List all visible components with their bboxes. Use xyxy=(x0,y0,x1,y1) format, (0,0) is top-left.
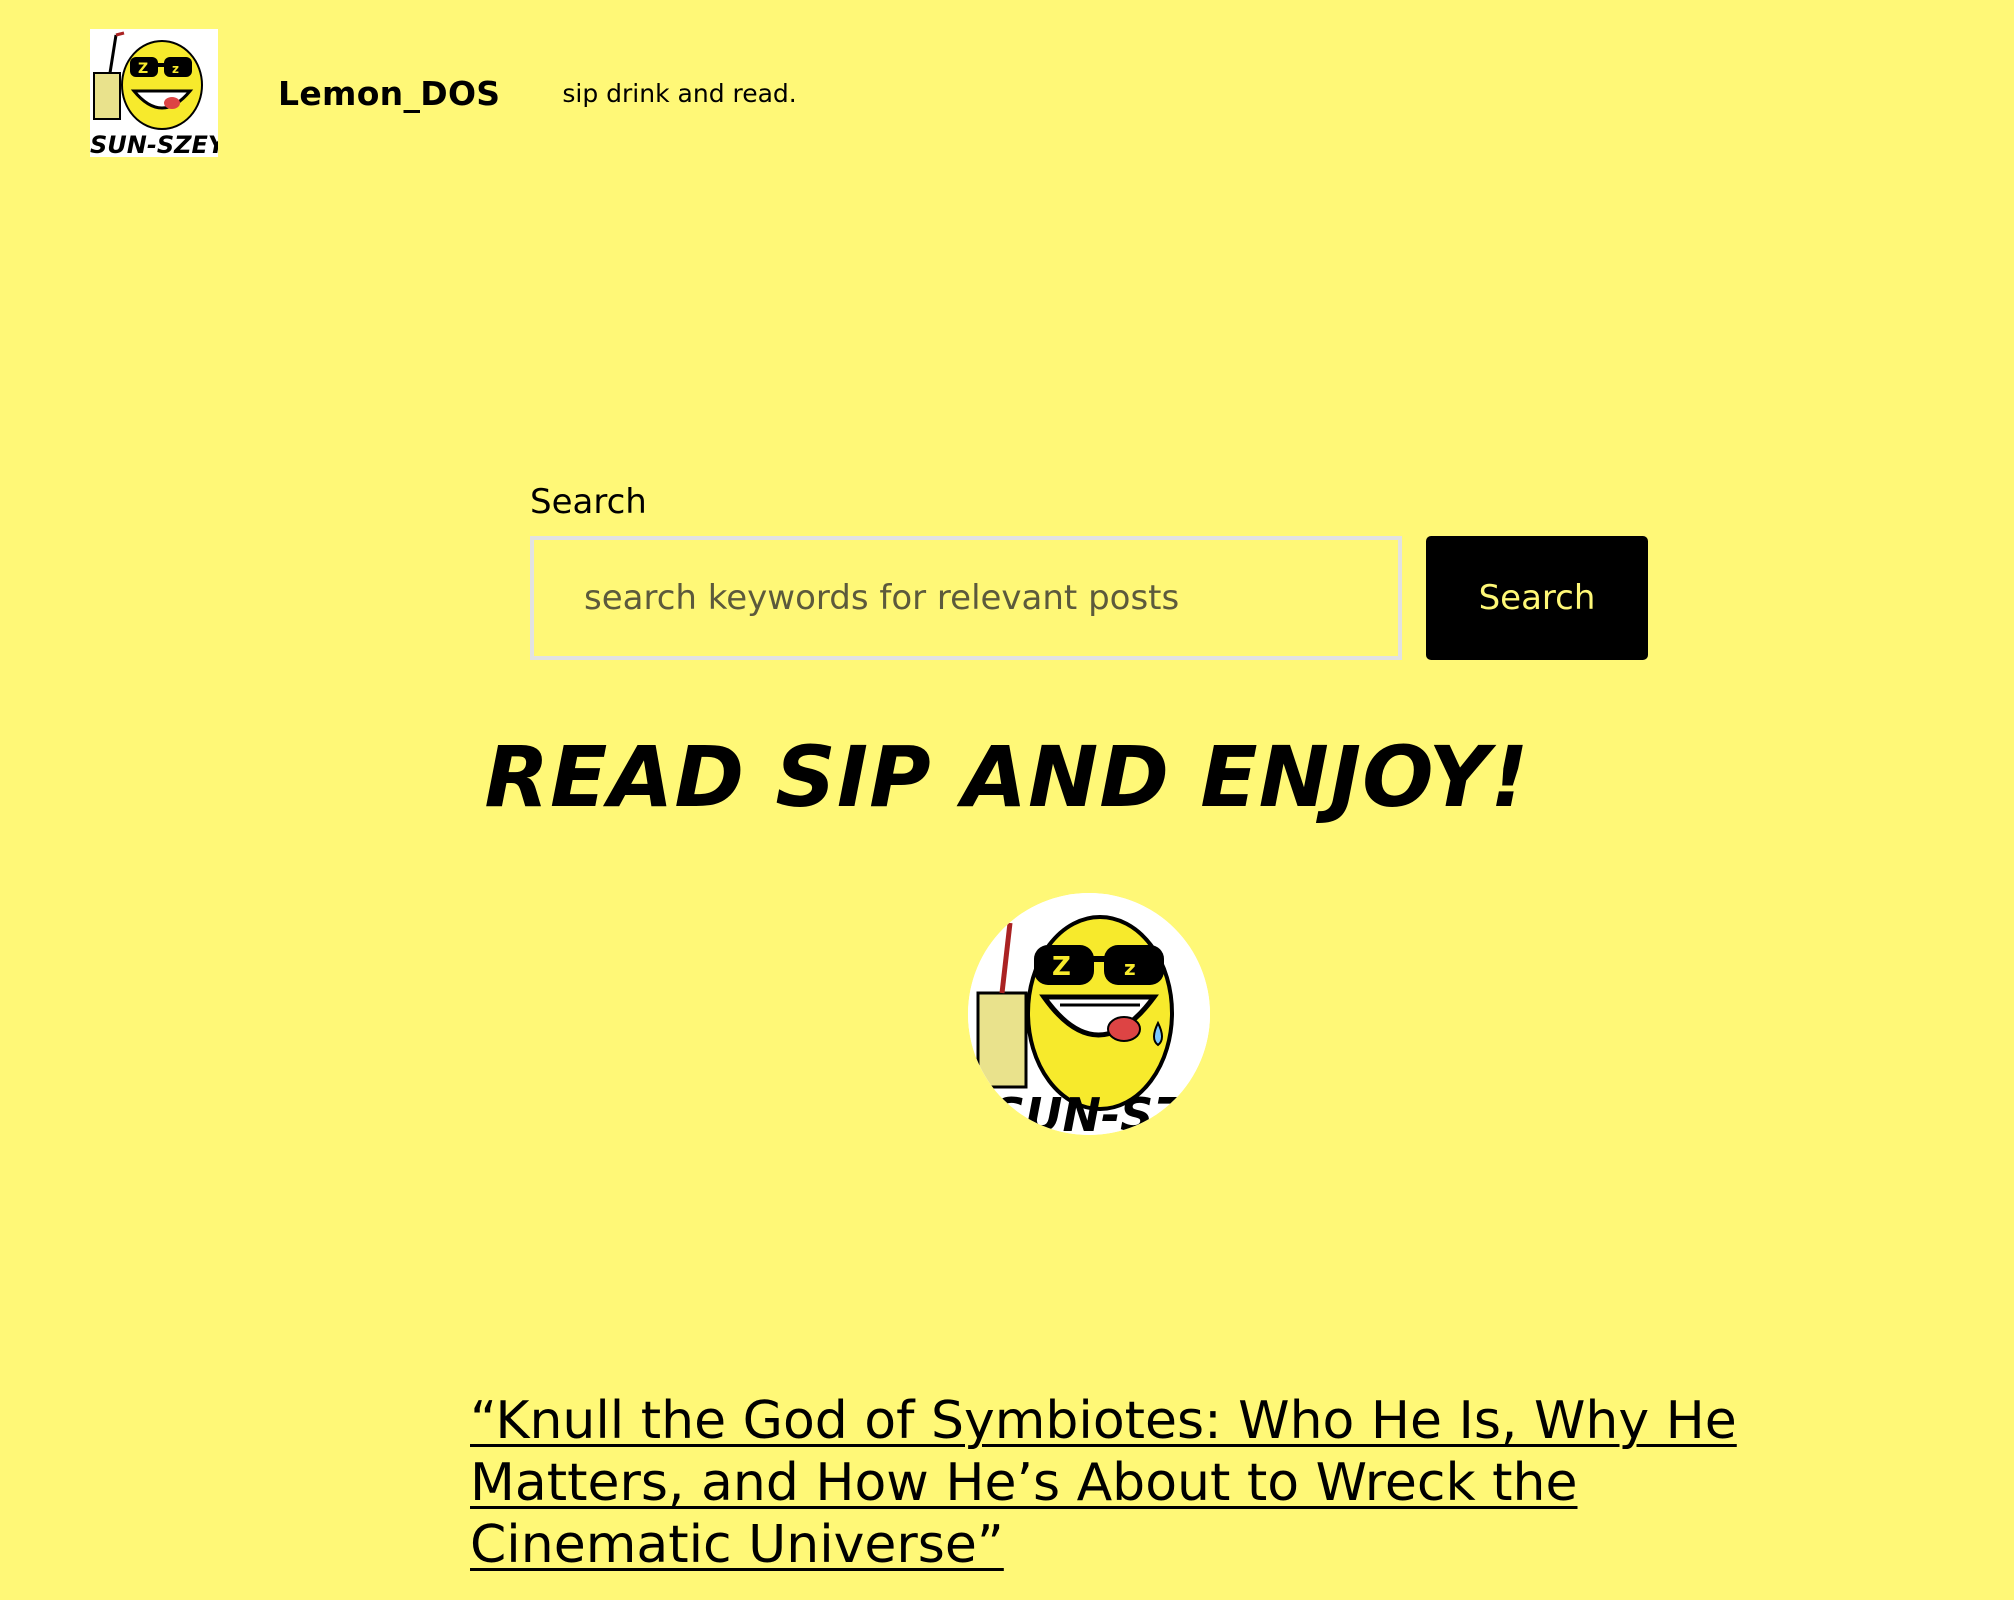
site-logo[interactable]: Z z SUN-SZEY xyxy=(90,29,218,157)
logo-text: SUN-SZEY xyxy=(90,131,218,157)
avatar: Z z SUN-SZEY xyxy=(968,893,1210,1135)
search-label: Search xyxy=(530,482,647,522)
svg-text:Z: Z xyxy=(138,61,148,77)
site-header: Z z SUN-SZEY Lemon_DOS sip drink and rea… xyxy=(90,28,797,158)
search-button[interactable]: Search xyxy=(1426,536,1648,660)
site-tagline: sip drink and read. xyxy=(562,78,797,108)
svg-text:Z: Z xyxy=(1052,952,1071,982)
svg-text:z: z xyxy=(172,62,179,76)
post-title-link[interactable]: “Knull the God of Symbiotes: Who He Is, … xyxy=(470,1391,1737,1575)
hero-headline: READ SIP AND ENJOY! xyxy=(484,728,1530,826)
avatar-text: SUN-SZEY xyxy=(992,1088,1210,1135)
site-title[interactable]: Lemon_DOS xyxy=(278,74,500,113)
svg-text:z: z xyxy=(1124,956,1136,980)
search-block: Search Search xyxy=(530,482,1648,660)
lemon-mascot-icon: Z z SUN-SZEY xyxy=(90,29,218,157)
search-input[interactable] xyxy=(530,536,1402,660)
post-title: “Knull the God of Symbiotes: Who He Is, … xyxy=(470,1390,1770,1576)
search-row: Search xyxy=(530,536,1648,660)
lemon-mascot-icon: Z z SUN-SZEY xyxy=(968,893,1210,1135)
